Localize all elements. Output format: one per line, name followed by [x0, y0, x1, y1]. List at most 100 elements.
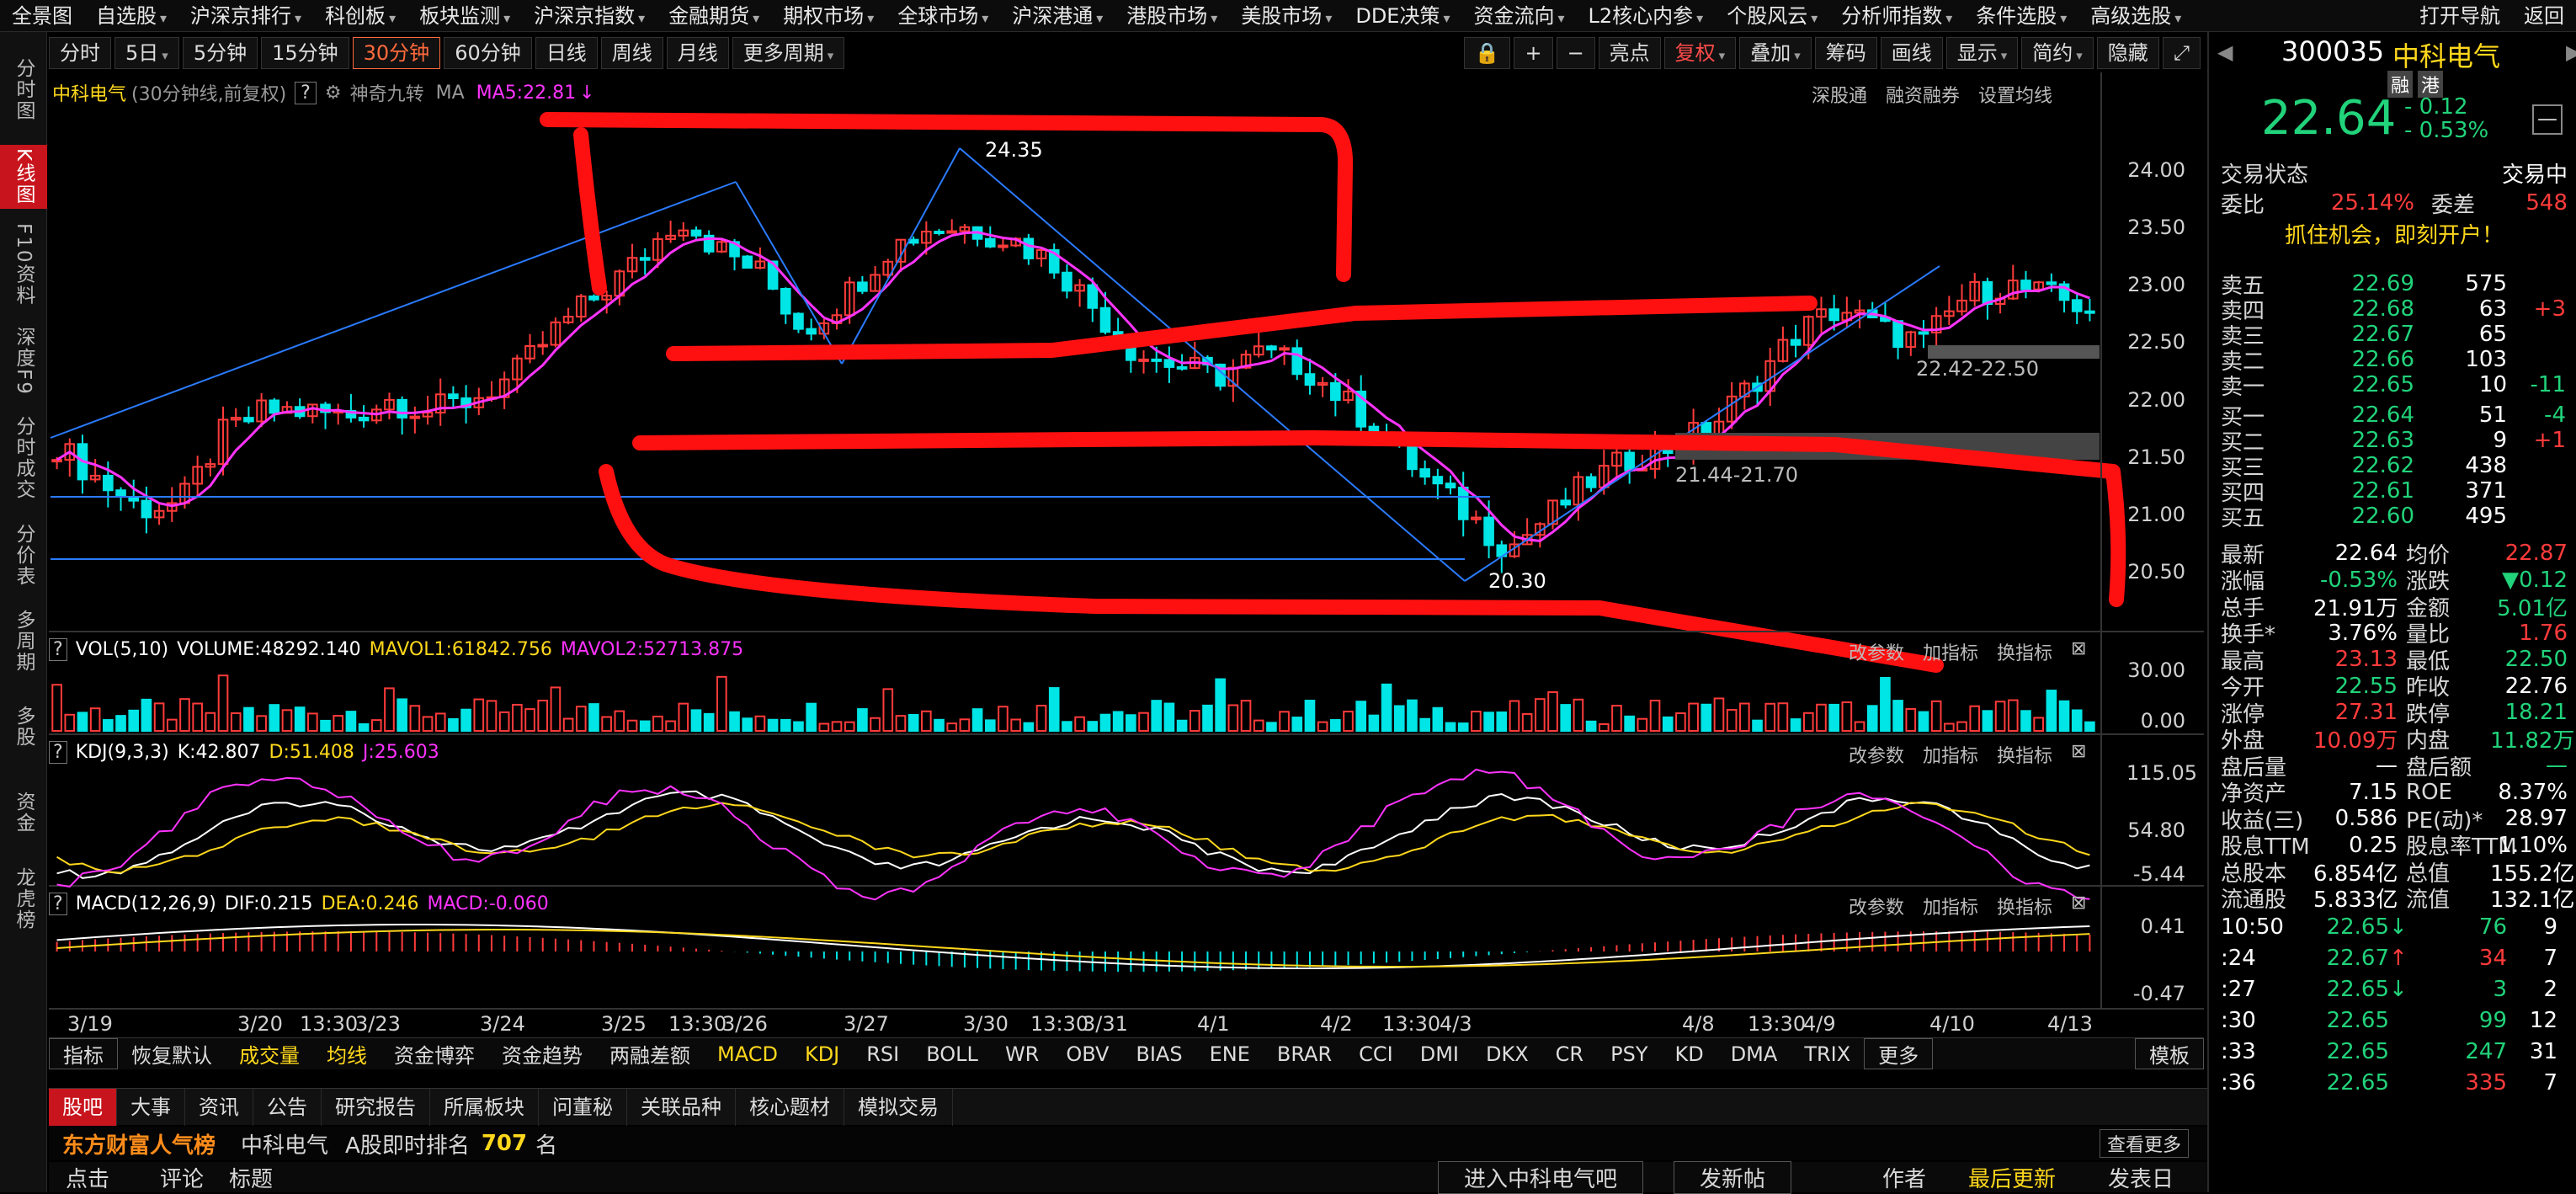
indicator-tab-21[interactable]: KD [1661, 1042, 1716, 1066]
topnav-item-14[interactable]: L2核心内参 [1577, 0, 1716, 32]
sell-price[interactable]: 22.66 [2322, 347, 2414, 372]
vol-help-icon[interactable]: ? [49, 637, 67, 661]
period-tab-2[interactable]: 5分钟 [182, 37, 258, 69]
minus-icon[interactable]: − [1556, 37, 1595, 69]
indicator-tab-0[interactable]: 指标 [49, 1038, 118, 1069]
topnav-item-1[interactable]: 自选股 [84, 0, 178, 32]
topnav-item-6[interactable]: 金融期货 [657, 0, 771, 32]
indicator-tab-9[interactable]: RSI [853, 1042, 913, 1066]
leftnav-item-7[interactable]: 多股 [0, 685, 47, 768]
topnav-item-2[interactable]: 沪深京排行 [178, 0, 313, 32]
period-tab-9[interactable]: 更多周期 [732, 37, 845, 69]
macd-label[interactable]: MACD(12,26,9) [76, 893, 216, 914]
topnav-item-16[interactable]: 分析师指数 [1829, 0, 1964, 32]
buy-price[interactable]: 22.63 [2322, 428, 2414, 453]
macd-switch-button[interactable]: 换指标 [1997, 893, 2052, 919]
bottom-tab-4[interactable]: 研究报告 [322, 1088, 430, 1126]
indicator-tab-6[interactable]: 两融差额 [596, 1039, 704, 1069]
tool-button-3[interactable]: 筹码 [1814, 37, 1877, 69]
topnav-item-15[interactable]: 个股风云 [1715, 0, 1829, 32]
kdj-add-button[interactable]: 加指标 [1923, 741, 1978, 768]
indicator-tab-11[interactable]: WR [992, 1042, 1052, 1066]
tool-button-7[interactable]: 隐藏 [2096, 37, 2159, 69]
indicator-tab-16[interactable]: CCI [1345, 1042, 1407, 1066]
indicator-tab-10[interactable]: BOLL [913, 1042, 992, 1066]
topnav-item-13[interactable]: 资金流向 [1462, 0, 1577, 32]
period-tab-1[interactable]: 5日 [114, 37, 179, 69]
indicator-tab-14[interactable]: ENE [1196, 1042, 1264, 1066]
fullscreen-icon[interactable]: ⤢ [2162, 37, 2201, 69]
period-tab-3[interactable]: 15分钟 [261, 37, 349, 69]
topnav-item-9[interactable]: 沪深港通 [1000, 0, 1115, 32]
col-posttime[interactable]: 发表日 [2108, 1162, 2174, 1193]
topnav-item-19[interactable]: 打开导航 [2408, 0, 2512, 32]
bottom-tab-5[interactable]: 所属板块 [430, 1088, 539, 1126]
sell-price[interactable]: 22.67 [2322, 322, 2414, 347]
col-comments[interactable]: 评论 [160, 1162, 204, 1193]
period-tab-8[interactable]: 月线 [666, 37, 729, 69]
close-icon[interactable]: ⊠ [2071, 741, 2086, 768]
indicator-tab-12[interactable]: OBV [1052, 1042, 1122, 1066]
buy-price[interactable]: 22.61 [2322, 478, 2414, 504]
bottom-tab-6[interactable]: 问董秘 [539, 1088, 627, 1126]
tool-button-2[interactable]: 叠加 [1739, 37, 1812, 69]
indicator-tab-19[interactable]: CR [1542, 1042, 1597, 1066]
lock-icon[interactable]: 🔒 [1463, 37, 1511, 69]
leftnav-item-9[interactable]: 龙虎榜 [0, 857, 47, 940]
bottom-tab-9[interactable]: 模拟交易 [844, 1088, 953, 1126]
bottom-tab-3[interactable]: 公告 [253, 1088, 322, 1126]
close-icon[interactable]: ⊠ [2071, 638, 2086, 665]
buy-price[interactable]: 22.60 [2322, 504, 2414, 529]
close-icon[interactable]: ⊠ [2071, 893, 2086, 919]
kdj-help-icon[interactable]: ? [49, 740, 67, 764]
period-tab-0[interactable]: 分时 [49, 37, 111, 69]
leftnav-item-0[interactable]: 分时图 [0, 37, 47, 141]
tool-button-1[interactable]: 复权 [1663, 37, 1737, 69]
topnav-item-4[interactable]: 板块监测 [407, 0, 522, 32]
buy-price[interactable]: 22.64 [2322, 402, 2414, 428]
kdj-label[interactable]: KDJ(9,3,3) [76, 742, 169, 763]
col-clicks[interactable]: 点击 [66, 1162, 109, 1193]
period-tab-5[interactable]: 60分钟 [444, 37, 532, 69]
ma-settings-button[interactable]: 设置均线 [1978, 81, 2052, 108]
leftnav-item-1[interactable]: K线图 [0, 145, 47, 209]
vol-edit-button[interactable]: 改参数 [1849, 638, 1904, 665]
indicator-tab-1[interactable]: 恢复默认 [118, 1039, 226, 1069]
topnav-item-11[interactable]: 美股市场 [1229, 0, 1344, 32]
indicator-tab-23[interactable]: TRIX [1791, 1042, 1864, 1066]
period-tab-7[interactable]: 周线 [600, 37, 663, 69]
leftnav-item-2[interactable]: F10资料 [0, 212, 47, 317]
macd-edit-button[interactable]: 改参数 [1849, 893, 1904, 919]
topnav-item-20[interactable]: 返回 [2512, 0, 2576, 32]
tool-button-6[interactable]: 简约 [2021, 37, 2094, 69]
bottom-tab-1[interactable]: 大事 [117, 1088, 185, 1126]
tool-button-5[interactable]: 显示 [1945, 37, 2019, 69]
macd-help-icon[interactable]: ? [49, 892, 67, 915]
help-icon[interactable]: ? [295, 81, 317, 104]
topnav-item-17[interactable]: 条件选股 [1964, 0, 2078, 32]
topnav-item-5[interactable]: 沪深京指数 [522, 0, 657, 32]
tool-button-0[interactable]: 亮点 [1598, 37, 1661, 69]
period-tab-4[interactable]: 30分钟 [352, 37, 441, 69]
topnav-item-0[interactable]: 全景图 [0, 0, 84, 32]
leftnav-item-5[interactable]: 分价表 [0, 514, 47, 596]
col-title[interactable]: 标题 [229, 1162, 273, 1193]
bottom-tab-0[interactable]: 股吧 [49, 1088, 117, 1126]
open-account-link[interactable]: 抓住机会，即刻开户！ [2285, 218, 2504, 249]
indicator-tab-5[interactable]: 资金趋势 [488, 1039, 596, 1069]
sell-price[interactable]: 22.65 [2322, 372, 2414, 397]
vol-label[interactable]: VOL(5,10) [76, 639, 168, 660]
hk-connect-button[interactable]: 深股通 [1812, 81, 1867, 108]
topnav-item-7[interactable]: 期权市场 [771, 0, 886, 32]
bottom-tab-7[interactable]: 关联品种 [627, 1088, 736, 1126]
bottom-tab-8[interactable]: 核心题材 [736, 1088, 844, 1126]
enter-forum-button[interactable]: 进入中科电气吧 [1438, 1160, 1644, 1194]
chevron-right-icon[interactable]: ▶ [2566, 40, 2576, 64]
indicator-tab-7[interactable]: MACD [704, 1042, 791, 1066]
indicator-tab-17[interactable]: DMI [1407, 1042, 1472, 1066]
indicator-tab-24[interactable]: 更多 [1864, 1038, 1934, 1069]
topnav-item-12[interactable]: DDE决策 [1344, 0, 1461, 32]
tool-button-4[interactable]: 画线 [1880, 37, 1943, 69]
topnav-item-18[interactable]: 高级选股 [2078, 0, 2193, 32]
col-author[interactable]: 作者 [1882, 1162, 1926, 1193]
